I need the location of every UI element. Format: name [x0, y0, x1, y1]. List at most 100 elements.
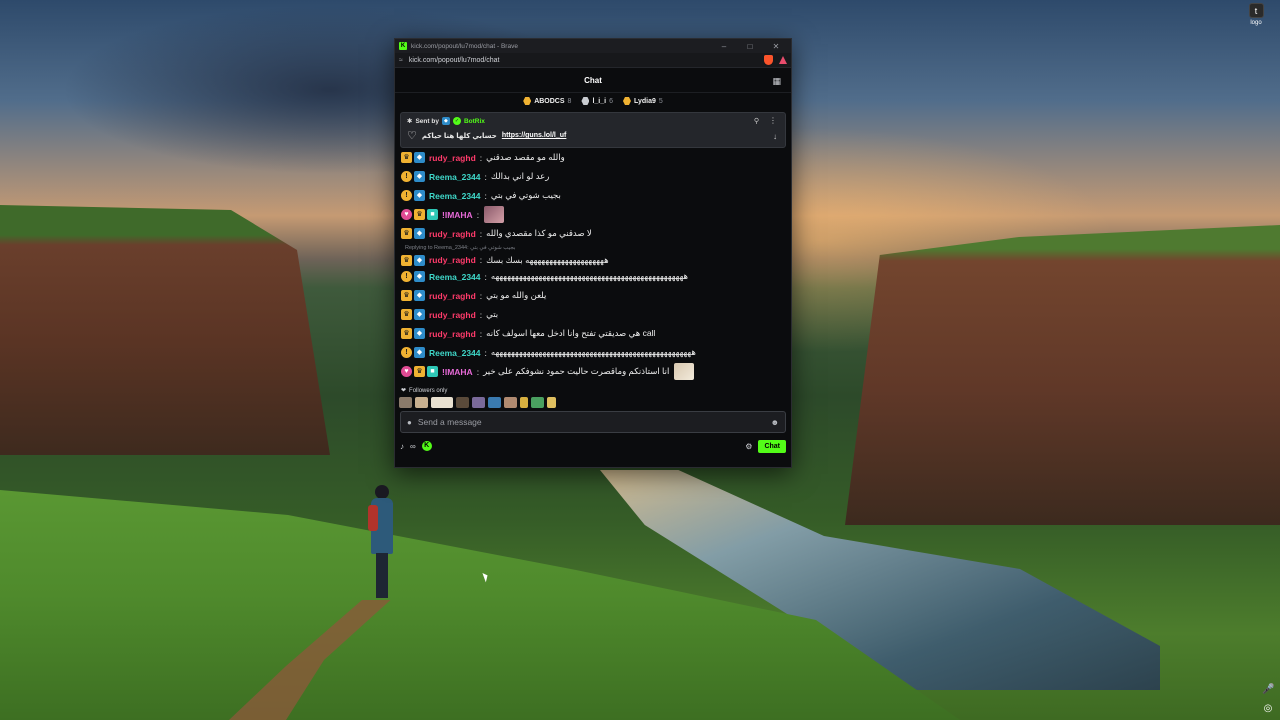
crown-badge-icon: ♛ — [401, 152, 412, 163]
subscriber-badge-icon: ◆ — [414, 271, 425, 282]
site-settings-icon[interactable]: ≈ — [399, 57, 403, 64]
pin-icon[interactable]: ⚲ — [754, 117, 759, 125]
username[interactable]: !IMAHA — [442, 210, 473, 220]
infinity-icon[interactable]: ∞ — [410, 442, 416, 451]
username[interactable]: rudy_raghd — [429, 291, 476, 301]
subscriber-badge-icon: ◆ — [414, 328, 425, 339]
crown-badge-icon: ♛ — [401, 228, 412, 239]
gear-icon[interactable]: ⚙ — [745, 442, 752, 451]
emote-button[interactable] — [415, 397, 428, 408]
window-titlebar[interactable]: K kick.com/popout/lu7mod/chat - Brave – … — [395, 39, 791, 53]
emote-button[interactable] — [504, 397, 517, 408]
og-badge-icon: ■ — [427, 209, 438, 220]
chat-message[interactable]: ♛ ◆ rudy_raghd: هي صديقتي تفتح وانا ادخل… — [401, 324, 785, 343]
chat-message[interactable]: ! ◆ Reema_2344: رعد لو اني بدالك — [401, 167, 785, 186]
chat-message[interactable]: ♛ ◆ rudy_raghd: والله مو مقصد صدقني — [401, 148, 785, 167]
emote-button[interactable] — [472, 397, 485, 408]
scenery-cliff-left — [0, 205, 330, 455]
desktop-icon-label: logo — [1250, 20, 1262, 26]
message-text: بجيب شوتي في بتي — [490, 190, 561, 200]
username[interactable]: Reema_2344 — [429, 348, 481, 358]
message-text: والله مو مقصد صدقني — [486, 152, 565, 162]
message-text: لا صدقني مو كذا مقصدي والله — [486, 228, 592, 238]
emote-button[interactable] — [488, 397, 501, 408]
subscriber-badge-icon: ◆ — [414, 228, 425, 239]
username[interactable]: Reema_2344 — [429, 272, 481, 282]
username[interactable]: rudy_raghd — [429, 310, 476, 320]
followers-only-notice: ❤ Followers only — [401, 387, 448, 395]
message-text: انا استاذنكم وماقصرت حاليت حمود نشوفكم ع… — [483, 366, 670, 376]
username[interactable]: Reema_2344 — [429, 191, 481, 201]
emote-button[interactable] — [547, 397, 556, 408]
emote-image — [674, 363, 695, 380]
leaderboard-entry[interactable]: Lydia9 5 — [622, 97, 663, 105]
leaderboard-icon[interactable]: ♪ — [400, 442, 404, 451]
brave-shield-icon[interactable] — [764, 55, 773, 65]
maximize-icon[interactable]: □ — [739, 42, 761, 51]
crown-badge-icon: ♛ — [401, 290, 412, 301]
recent-emotes — [395, 394, 791, 408]
username[interactable]: rudy_raghd — [429, 329, 476, 339]
username[interactable]: rudy_raghd — [429, 255, 476, 265]
message-text: هههههههههههههههههههههههههههههههههههههههه… — [490, 271, 688, 281]
chat-message[interactable]: ♛ ◆ rudy_raghd: يلعن والله مو بتي — [401, 286, 785, 305]
username[interactable]: !IMAHA — [442, 367, 473, 377]
app-logo-icon: t — [1248, 3, 1264, 18]
gifter-badge-icon: ♥ — [401, 209, 412, 220]
chat-message[interactable]: ♛ ◆ rudy_raghd: لا صدقني مو كذا مقصدي وا… — [401, 224, 785, 243]
crown-badge-icon: ♛ — [401, 254, 412, 266]
gift-leaderboard: ABODCS 8 l_i_i 6 Lydia9 5 — [395, 93, 791, 109]
username[interactable]: rudy_raghd — [429, 153, 476, 163]
kick-logo-icon[interactable]: K — [421, 441, 432, 451]
bronze-badge-icon — [622, 97, 631, 105]
emote-button[interactable] — [531, 397, 544, 408]
pinned-link[interactable]: https://guns.lol/l_uf — [502, 132, 567, 139]
leaderboard-entry[interactable]: ABODCS 8 — [523, 97, 571, 105]
reply-context[interactable]: Replying to Reema_2344: بجيب شوتي في بتي — [401, 243, 785, 253]
gold-badge-icon — [523, 97, 532, 105]
chat-message[interactable]: ! ◆ Reema_2344: هههههههههههههههههههههههه… — [401, 343, 785, 362]
gifter-badge-icon: ♥ — [401, 366, 412, 377]
message-text: هههههههههههههههههههههههههههههههههههههههه… — [490, 347, 696, 357]
pin-small-icon: ✱ — [407, 118, 413, 125]
emote-button[interactable] — [399, 397, 412, 408]
emote-button[interactable] — [431, 397, 453, 408]
minimize-icon[interactable]: – — [713, 42, 735, 51]
microphone-icon[interactable]: 🎤 — [1262, 684, 1274, 696]
send-chat-button[interactable]: Chat — [758, 439, 786, 453]
emoji-icon[interactable]: ☻ — [771, 418, 779, 427]
message-input[interactable] — [417, 417, 765, 427]
address-bar[interactable]: ≈ kick.com/popout/lu7mod/chat — [395, 53, 791, 68]
window-title: kick.com/popout/lu7mod/chat - Brave — [411, 42, 518, 50]
chat-users-icon[interactable]: ▦ — [772, 76, 781, 87]
more-options-icon[interactable]: ⋮ — [769, 116, 777, 125]
chat-message[interactable]: ♛ ◆ rudy_raghd: بتي — [401, 305, 785, 324]
chat-message[interactable]: ♥ ♛ ■ !IMAHA: — [401, 205, 785, 224]
chat-messages: ♛ ◆ rudy_raghd: والله مو مقصد صدقني ! ◆ … — [395, 148, 791, 381]
leaderboard-entry[interactable]: l_i_i 6 — [581, 97, 613, 105]
subscriber-badge-icon: ◆ — [414, 152, 425, 163]
crown-badge-icon: ♛ — [414, 209, 425, 220]
settings-dial-icon[interactable]: ◎ — [1262, 703, 1274, 715]
chat-message[interactable]: ! ◆ Reema_2344: بجيب شوتي في بتي — [401, 186, 785, 205]
chat-header: Chat ▦ — [395, 68, 791, 93]
brave-rewards-icon[interactable] — [779, 56, 787, 64]
verified-icon: ✓ — [452, 117, 461, 125]
chat-message[interactable]: ! ◆ Reema_2344: هههههههههههههههههههههههه… — [401, 267, 785, 286]
message-input-box[interactable]: ● ☻ — [400, 411, 786, 433]
chat-message[interactable]: ♛ ◆ rudy_raghd: ههههههههههههههههههههه بس… — [401, 253, 785, 267]
chat-message[interactable]: ♥ ♛ ■ !IMAHA: انا استاذنكم وماقصرت حاليت… — [401, 362, 785, 381]
url-text[interactable]: kick.com/popout/lu7mod/chat — [409, 57, 758, 64]
scenery-figure — [368, 485, 396, 600]
desktop-app-icon[interactable]: t logo — [1245, 3, 1267, 26]
founder-badge-icon: ! — [401, 171, 412, 182]
crown-badge-icon: ♛ — [401, 309, 412, 320]
emote-button[interactable] — [456, 397, 469, 408]
message-text: يلعن والله مو بتي — [486, 290, 547, 300]
emote-button[interactable] — [520, 397, 528, 408]
close-icon[interactable]: ✕ — [765, 42, 787, 51]
heart-icon: ❤ — [401, 388, 407, 394]
username[interactable]: rudy_raghd — [429, 229, 476, 239]
username[interactable]: Reema_2344 — [429, 172, 481, 182]
expand-down-icon[interactable]: ↓ — [773, 132, 777, 141]
